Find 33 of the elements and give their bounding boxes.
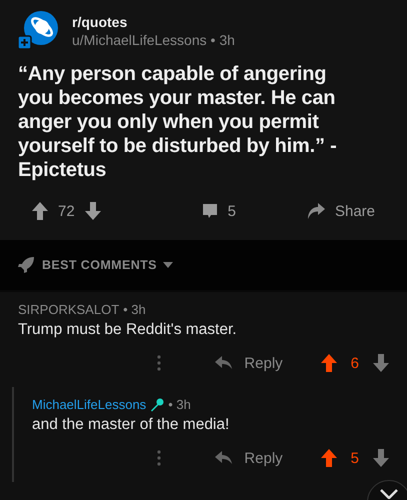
chevron-down-icon: [380, 489, 398, 499]
post-title: “Any person capable of angering you becomes your master. He can anger you only when you permit yourself to be disturbed by him.” - Epictetus: [18, 62, 338, 182]
reply-button[interactable]: Reply: [215, 354, 307, 372]
more-options-icon[interactable]: [157, 450, 162, 466]
upvote-icon[interactable]: [32, 202, 48, 220]
upvote-icon[interactable]: [320, 354, 337, 372]
comment-time: • 3h: [123, 302, 146, 317]
post-meta: u/MichaelLifeLessons • 3h: [72, 32, 235, 48]
reply-arrow-icon: [215, 356, 232, 370]
comment-score: 6: [350, 354, 359, 372]
downvote-icon[interactable]: [84, 202, 101, 220]
subreddit-name[interactable]: r/quotes: [72, 14, 235, 30]
comment-author[interactable]: SIRPORKSALOT: [18, 302, 120, 317]
reply-arrow-icon: [215, 451, 232, 465]
reply-button[interactable]: Reply: [215, 450, 307, 466]
comment-body: and the master of the media!: [32, 416, 230, 434]
comment-count: 5: [228, 202, 236, 220]
share-arrow-icon: [306, 203, 325, 219]
comment-icon[interactable]: [202, 203, 218, 219]
comment-author[interactable]: MichaelLifeLessons: [32, 397, 146, 412]
more-options-icon[interactable]: [157, 355, 162, 371]
rocket-icon: [18, 257, 34, 273]
comment-body: Trump must be Reddit's master.: [18, 321, 238, 339]
upvote-icon[interactable]: [320, 449, 337, 467]
downvote-icon[interactable]: [373, 449, 389, 467]
caret-icon: [162, 262, 173, 268]
sort-dropdown[interactable]: BEST COMMENTS: [42, 258, 173, 272]
post-score: 72: [58, 202, 75, 220]
comment-score: 5: [350, 450, 359, 466]
share-button[interactable]: Share: [306, 202, 375, 220]
comment-time: • 3h: [168, 397, 191, 412]
microphone-icon: [150, 398, 164, 412]
downvote-icon[interactable]: [373, 354, 389, 372]
